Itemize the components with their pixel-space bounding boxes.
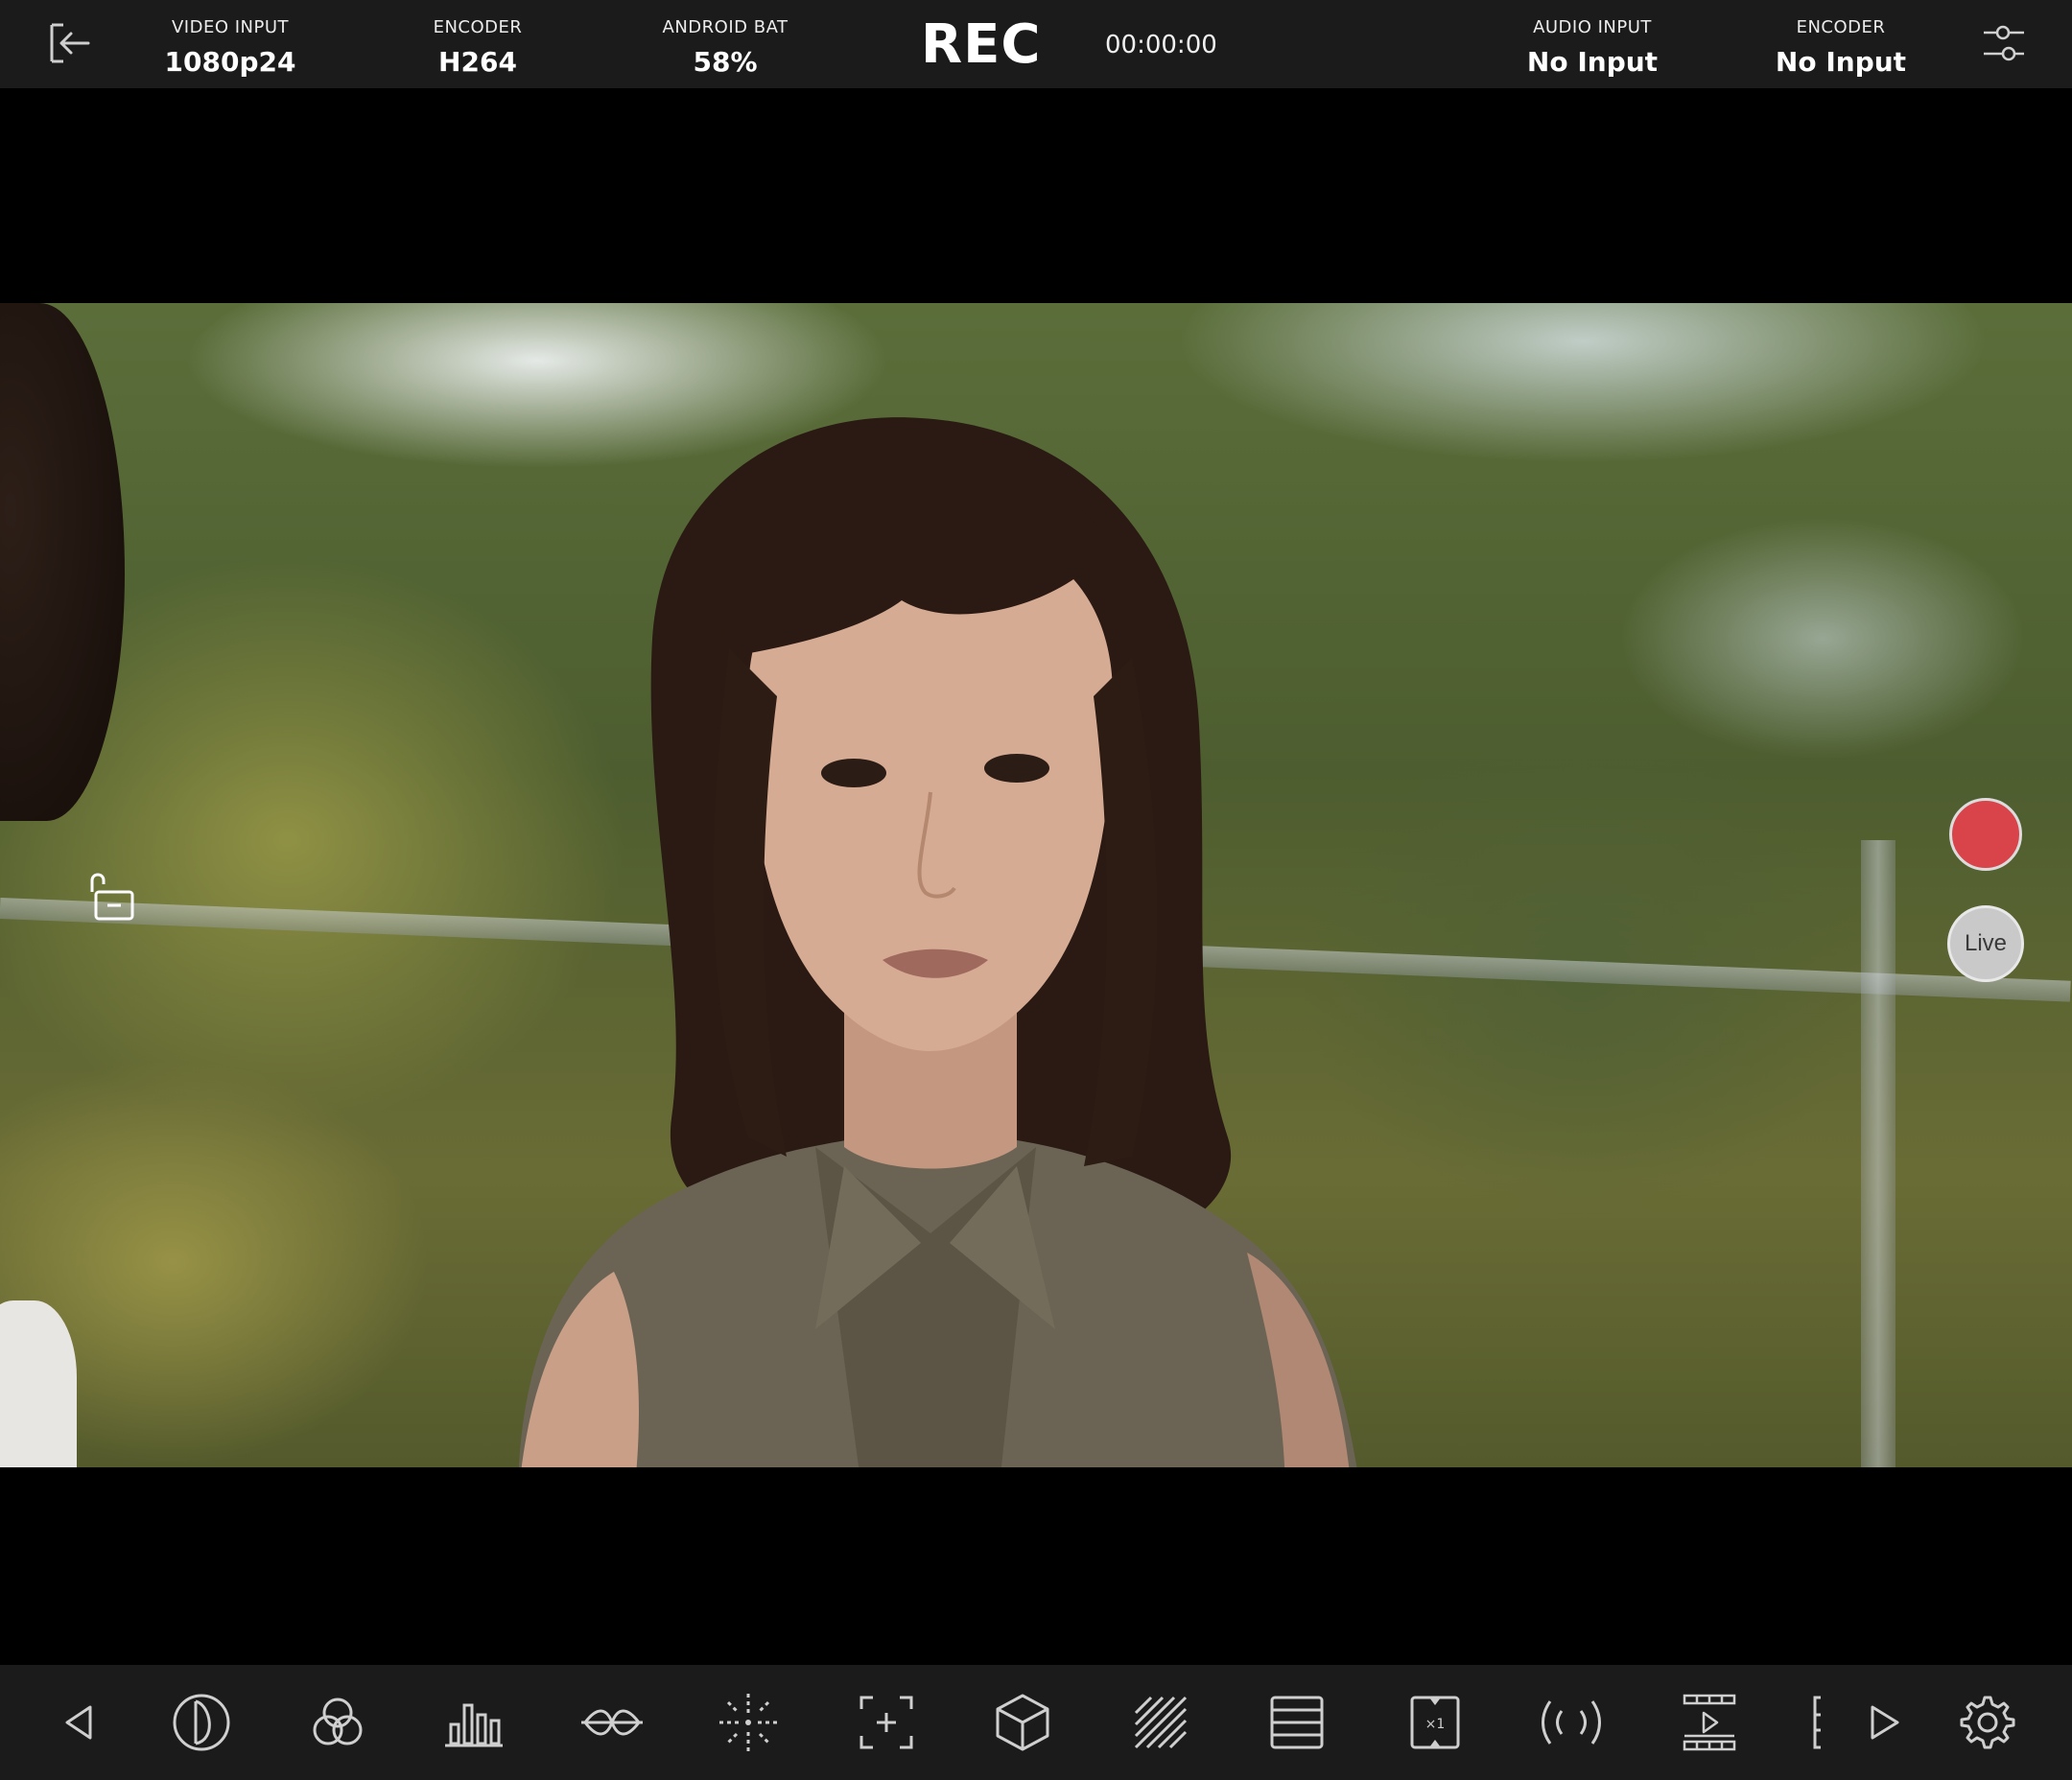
audio-input-status: AUDIO INPUT No Input bbox=[1477, 17, 1707, 78]
live-button[interactable]: Live bbox=[1947, 905, 2024, 982]
frame-guide-tool-button[interactable] bbox=[852, 1688, 921, 1757]
histogram-icon bbox=[445, 1703, 503, 1747]
waveform-icon bbox=[581, 1709, 643, 1736]
svg-text:×1: ×1 bbox=[1425, 1717, 1446, 1732]
histogram-tool-button[interactable] bbox=[439, 1688, 508, 1757]
video-encoder-label: ENCODER bbox=[433, 17, 523, 37]
video-input-value: 1080p24 bbox=[164, 46, 296, 78]
audio-input-value: No Input bbox=[1526, 46, 1659, 78]
exposure-tool-button[interactable] bbox=[167, 1688, 236, 1757]
playback-tool-button[interactable] bbox=[1675, 1688, 1744, 1757]
subject-person bbox=[518, 417, 1357, 1467]
playback-icon bbox=[1683, 1694, 1736, 1751]
color-channels-icon bbox=[313, 1698, 363, 1745]
desqueeze-tool-button[interactable]: ×1 bbox=[1401, 1688, 1470, 1757]
audio-meter-icon bbox=[1542, 1700, 1601, 1745]
frame-guide-icon bbox=[859, 1696, 913, 1749]
false-color-tool-button[interactable] bbox=[1262, 1688, 1331, 1757]
settings-gear-icon bbox=[1960, 1696, 2015, 1749]
false-color-icon bbox=[1270, 1696, 1324, 1749]
record-button[interactable] bbox=[1949, 798, 2022, 871]
waveform-tool-button[interactable] bbox=[577, 1688, 647, 1757]
focus-peaking-icon bbox=[719, 1694, 777, 1751]
android-battery-value: 58% bbox=[693, 46, 758, 78]
timecode: 00:00:00 bbox=[1105, 31, 1217, 59]
audio-encoder-status: ENCODER No Input bbox=[1726, 17, 1956, 78]
back-triangle-icon bbox=[65, 1705, 92, 1740]
sliders-icon bbox=[1984, 25, 2024, 61]
adjustments-button[interactable] bbox=[1980, 21, 2028, 65]
foreground-person-hair bbox=[0, 303, 125, 821]
unlock-icon bbox=[90, 873, 134, 921]
rec-indicator: REC bbox=[921, 13, 1042, 76]
more-tools-button[interactable] bbox=[1801, 1688, 1926, 1757]
audio-input-label: AUDIO INPUT bbox=[1533, 17, 1652, 37]
video-input-label: VIDEO INPUT bbox=[171, 17, 290, 37]
color-channels-tool-button[interactable] bbox=[303, 1688, 372, 1757]
foreground-person-shirt bbox=[0, 1300, 77, 1467]
audio-meter-tool-button[interactable] bbox=[1537, 1688, 1606, 1757]
zebra-tool-button[interactable] bbox=[1126, 1688, 1195, 1757]
lock-button[interactable] bbox=[82, 867, 140, 925]
video-encoder-status: ENCODER H264 bbox=[363, 17, 593, 78]
zebra-icon bbox=[1134, 1696, 1188, 1749]
back-button[interactable] bbox=[44, 1688, 113, 1757]
video-input-status: VIDEO INPUT 1080p24 bbox=[115, 17, 345, 78]
video-preview[interactable] bbox=[0, 303, 2072, 1467]
more-expand-icon bbox=[1813, 1696, 1899, 1749]
3d-lut-icon bbox=[996, 1694, 1049, 1751]
android-battery-label: ANDROID BAT bbox=[662, 17, 789, 37]
lut-tool-button[interactable] bbox=[988, 1688, 1057, 1757]
top-status-bar: VIDEO INPUT 1080p24 ENCODER H264 ANDROID… bbox=[0, 0, 2072, 88]
anamorphic-desqueeze-icon: ×1 bbox=[1410, 1696, 1460, 1749]
exit-icon bbox=[50, 23, 90, 63]
bottom-toolbar: ×1 bbox=[0, 1665, 2072, 1780]
video-encoder-value: H264 bbox=[438, 46, 517, 78]
audio-encoder-label: ENCODER bbox=[1796, 17, 1886, 37]
focus-peaking-tool-button[interactable] bbox=[714, 1688, 783, 1757]
settings-button[interactable] bbox=[1953, 1688, 2022, 1757]
exit-button[interactable] bbox=[48, 21, 92, 65]
android-battery-status: ANDROID BAT 58% bbox=[610, 17, 840, 78]
background-railing-post bbox=[1861, 840, 1895, 1467]
audio-encoder-value: No Input bbox=[1775, 46, 1907, 78]
exposure-icon bbox=[173, 1694, 230, 1751]
